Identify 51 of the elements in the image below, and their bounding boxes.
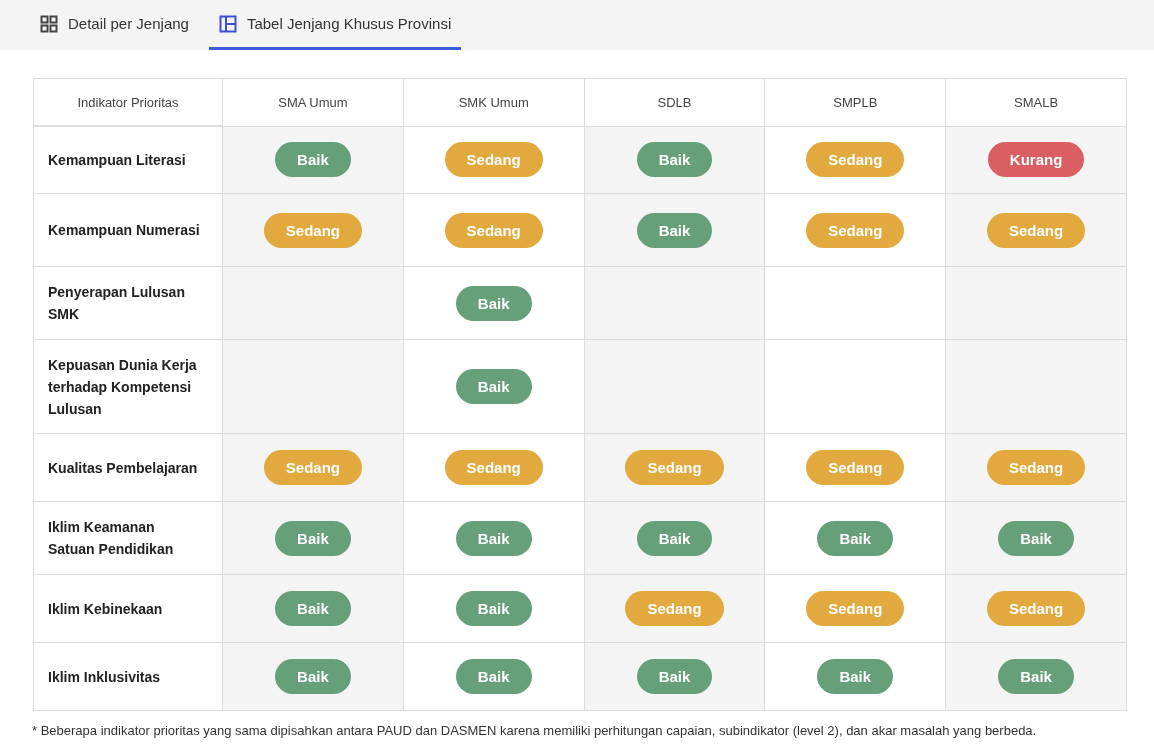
column-header: SMALB [945, 78, 1127, 126]
status-pill: Sedang [263, 212, 362, 248]
status-pill: Sedang [987, 450, 1086, 485]
status-pill: Kurang [987, 142, 1085, 178]
status-pill: Sedang [806, 450, 905, 485]
status-pill: Sedang [444, 450, 543, 485]
status-pill: Baik [636, 142, 713, 178]
indicator-cell: Kualitas Pembelajaran [33, 433, 223, 502]
status-pill: Baik [455, 520, 532, 556]
footnote: * Beberapa indikator prioritas yang sama dipisahkan antara PAUD dan DASMEN karena memiliki perhitungan capaian, subindikator (level 2), dan akar masalah yang berbeda. [32, 723, 1038, 738]
tab[interactable]: Detail per Jenjang [30, 0, 199, 50]
status-pill: Baik [275, 591, 351, 626]
status-pill: Baik [998, 520, 1074, 556]
status-pill: Sedang [444, 212, 543, 248]
column-header: SMK Umum [403, 78, 585, 126]
status-pill: Baik [636, 659, 713, 694]
indicator-cell: Kemampuan Numerasi [33, 193, 223, 267]
status-pill: Baik [455, 591, 532, 626]
status-pill: Baik [275, 142, 351, 178]
grid-icon [40, 14, 58, 33]
status-pill: Sedang [625, 591, 724, 626]
status-pill: Baik [275, 520, 351, 556]
column-header: SDLB [584, 78, 765, 126]
layout-icon [218, 14, 237, 33]
status-pill: Sedang [625, 450, 724, 485]
status-pill: Baik [275, 659, 351, 694]
indicator-cell: Iklim Keamanan Satuan Pendidikan [33, 501, 223, 575]
indicator-cell: Kemampuan Literasi [33, 126, 223, 194]
status-pill: Sedang [987, 591, 1086, 626]
indicator-cell: Penyerapan Lulusan SMK [33, 266, 223, 340]
column-header: SMPLB [764, 78, 946, 126]
status-pill: Sedang [806, 212, 905, 248]
status-pill: Baik [636, 212, 713, 248]
status-pill: Baik [455, 659, 532, 694]
status-pill: Baik [636, 520, 713, 556]
status-pill: Baik [455, 369, 532, 404]
status-pill: Sedang [987, 212, 1086, 248]
status-pill: Baik [455, 285, 532, 321]
column-header: Indikator Prioritas [33, 78, 223, 126]
status-pill: Sedang [806, 142, 905, 178]
indicator-cell: Iklim Kebinekaan [33, 574, 223, 643]
status-pill: Baik [817, 659, 894, 694]
status-pill: Baik [998, 659, 1074, 694]
tab[interactable]: Tabel Jenjang Khusus Provinsi [208, 0, 462, 50]
status-pill: Sedang [263, 450, 362, 485]
indicator-cell: Kepuasan Dunia Kerja terhadap Kompetensi Lulusan [33, 339, 223, 434]
status-pill: Sedang [806, 591, 905, 626]
status-pill: Sedang [444, 142, 543, 178]
status-pill: Baik [817, 520, 894, 556]
indicator-cell: Iklim Inklusivitas [33, 642, 223, 711]
column-header: SMA Umum [222, 78, 404, 126]
